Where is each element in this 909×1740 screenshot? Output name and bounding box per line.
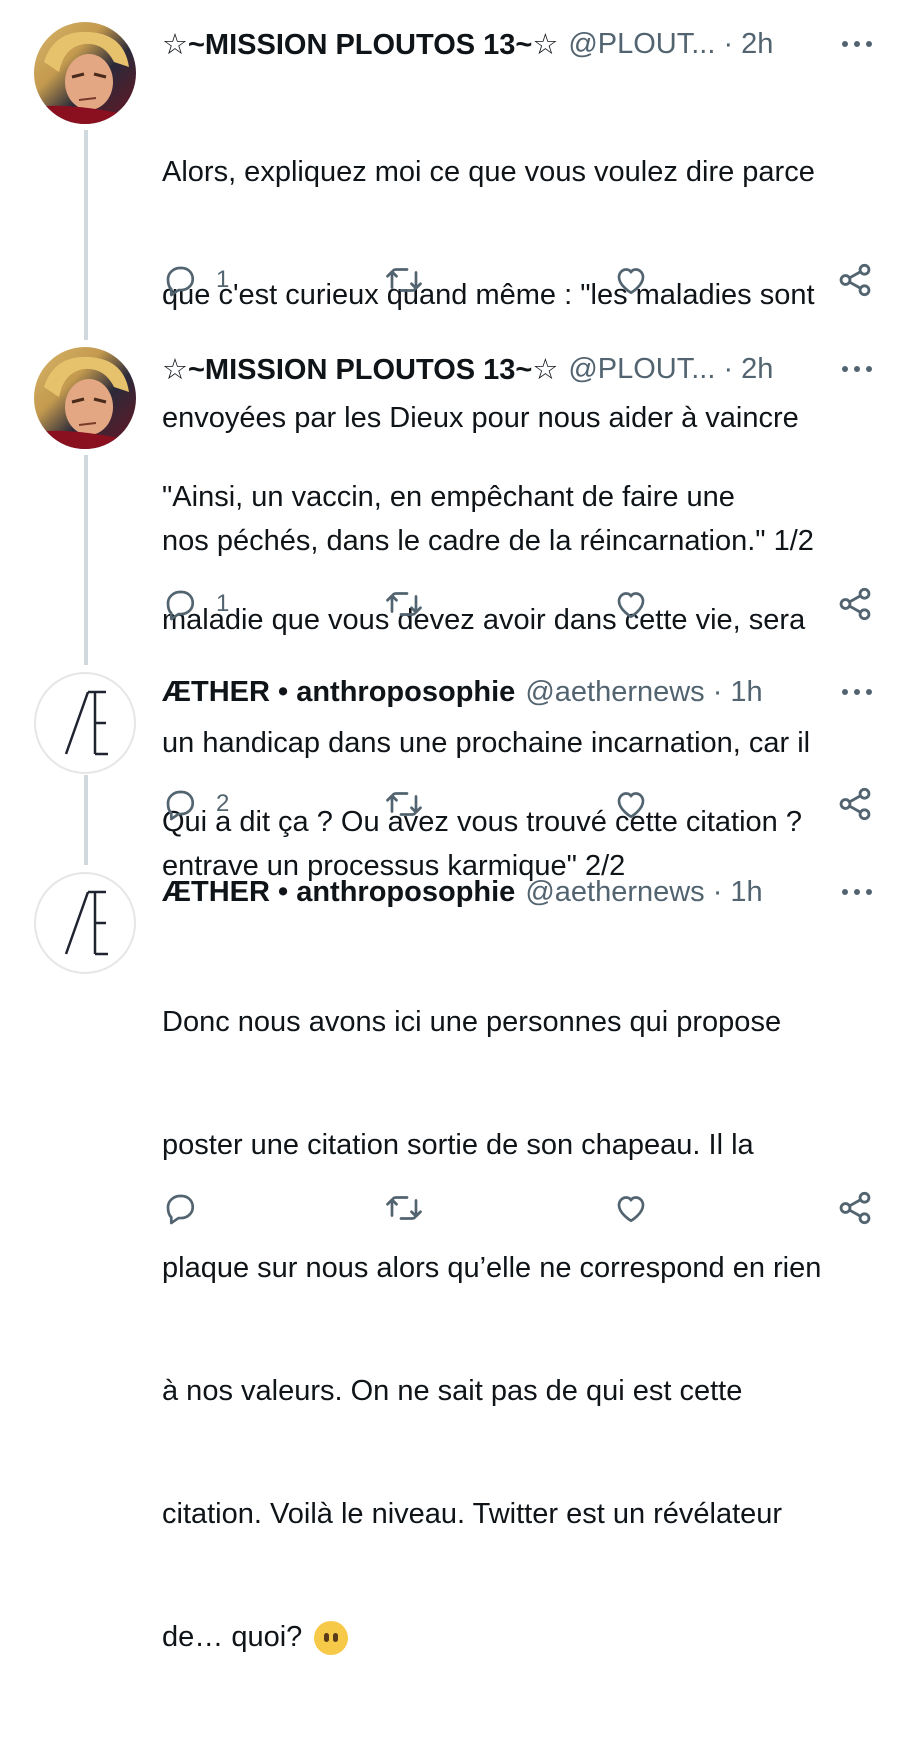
separator: · xyxy=(723,27,734,60)
user-handle[interactable]: @aethernews xyxy=(525,676,704,709)
tweet[interactable]: ÆTHER • anthroposophie @aethernews · 1h … xyxy=(0,850,909,1656)
avatar[interactable] xyxy=(34,347,136,449)
separator: · xyxy=(712,875,723,908)
share-button[interactable] xyxy=(836,1184,874,1232)
ae-logo-avatar-icon xyxy=(64,690,108,756)
cartoon-character-avatar-icon xyxy=(34,31,136,124)
tweet-line: plaque sur nous alors qu’elle ne corresp… xyxy=(162,1252,822,1284)
tweet-actions xyxy=(0,1184,909,1232)
more-icon[interactable] xyxy=(839,874,875,910)
share-icon xyxy=(839,787,871,821)
reply-count: 2 xyxy=(216,790,230,817)
retweet-button[interactable] xyxy=(384,580,424,628)
tweet[interactable]: ☆~MISSION PLOUTOS 13~☆ @PLOUT... · 2h "A… xyxy=(0,325,909,882)
tweet-line: Alors, expliquez moi ce que vous voulez … xyxy=(162,156,815,188)
avatar[interactable] xyxy=(34,872,136,974)
retweet-button[interactable] xyxy=(384,1184,424,1232)
cartoon-character-avatar-icon xyxy=(34,356,136,449)
heart-icon xyxy=(617,1196,645,1223)
tweet-header: ÆTHER • anthroposophie @aethernews · 1h xyxy=(162,872,909,912)
like-button[interactable] xyxy=(612,1184,650,1232)
separator: · xyxy=(712,675,723,708)
display-name[interactable]: ÆTHER • anthroposophie xyxy=(162,676,515,709)
reply-icon xyxy=(166,590,195,621)
tweet-actions: 2 xyxy=(0,780,909,828)
avatar[interactable] xyxy=(34,22,136,124)
like-button[interactable] xyxy=(612,256,650,304)
tweet-header: ÆTHER • anthroposophie @aethernews · 1h xyxy=(162,672,909,712)
reply-button[interactable]: 2 xyxy=(162,780,229,828)
retweet-icon xyxy=(386,792,422,816)
tweet-actions: 1 xyxy=(0,580,909,628)
timestamp[interactable]: 2h xyxy=(741,353,773,386)
retweet-icon xyxy=(386,592,422,616)
timestamp[interactable]: 1h xyxy=(730,876,762,909)
tweet[interactable]: ÆTHER • anthroposophie @aethernews · 1h … xyxy=(0,650,909,860)
tweet-header: ☆~MISSION PLOUTOS 13~☆ @PLOUT... · 2h xyxy=(162,349,909,389)
timestamp[interactable]: 1h xyxy=(730,676,762,709)
tweet-actions: 1 xyxy=(0,256,909,304)
heart-icon xyxy=(617,792,645,819)
share-button[interactable] xyxy=(836,780,874,828)
tweet-line: poster une citation sortie de son chapea… xyxy=(162,1129,754,1161)
display-name[interactable]: ☆~MISSION PLOUTOS 13~☆ xyxy=(162,27,558,62)
neutral-face-no-mouth-emoji-icon xyxy=(314,1621,349,1656)
more-icon[interactable] xyxy=(839,351,875,387)
reply-button[interactable]: 1 xyxy=(162,580,229,628)
retweet-icon xyxy=(386,268,422,292)
heart-icon xyxy=(617,592,645,619)
reply-count: 1 xyxy=(216,266,230,293)
retweet-icon xyxy=(386,1196,422,1220)
tweet-line-last: de… quoi? xyxy=(162,1617,882,1658)
share-icon xyxy=(839,263,871,297)
reply-icon xyxy=(166,266,195,297)
user-handle[interactable]: @aethernews xyxy=(525,876,704,909)
like-button[interactable] xyxy=(612,580,650,628)
avatar[interactable] xyxy=(34,672,136,774)
tweet-line: à nos valeurs. On ne sait pas de qui est… xyxy=(162,1375,743,1407)
tweet-line: Donc nous avons ici une personnes qui pr… xyxy=(162,1006,782,1038)
user-handle[interactable]: @PLOUT... xyxy=(568,353,715,386)
tweet-line: citation. Voilà le niveau. Twitter est u… xyxy=(162,1498,783,1530)
reply-button[interactable] xyxy=(162,1184,198,1232)
retweet-button[interactable] xyxy=(384,256,424,304)
share-icon xyxy=(839,587,871,621)
reply-count: 1 xyxy=(216,590,230,617)
tweet-line: de… quoi? xyxy=(162,1621,303,1653)
more-icon[interactable] xyxy=(839,26,875,62)
tweet-line: "Ainsi, un vaccin, en empêchant de faire… xyxy=(162,481,735,513)
share-icon xyxy=(839,1191,871,1225)
share-button[interactable] xyxy=(836,256,874,304)
reply-icon xyxy=(166,790,195,821)
user-handle[interactable]: @PLOUT... xyxy=(568,28,715,61)
ae-logo-avatar-icon xyxy=(64,890,108,956)
reply-icon xyxy=(166,1194,195,1225)
tweet-header: ☆~MISSION PLOUTOS 13~☆ @PLOUT... · 2h xyxy=(162,24,909,64)
timestamp[interactable]: 2h xyxy=(741,28,773,61)
share-button[interactable] xyxy=(836,580,874,628)
tweet[interactable]: ☆~MISSION PLOUTOS 13~☆ @PLOUT... · 2h Al… xyxy=(0,0,909,557)
display-name[interactable]: ÆTHER • anthroposophie xyxy=(162,876,515,909)
tweet-text: Donc nous avons ici une personnes qui pr… xyxy=(162,920,882,1740)
heart-icon xyxy=(617,268,645,295)
separator: · xyxy=(723,352,734,385)
display-name[interactable]: ☆~MISSION PLOUTOS 13~☆ xyxy=(162,352,558,387)
like-button[interactable] xyxy=(612,780,650,828)
reply-button[interactable]: 1 xyxy=(162,256,229,304)
more-icon[interactable] xyxy=(839,674,875,710)
retweet-button[interactable] xyxy=(384,780,424,828)
